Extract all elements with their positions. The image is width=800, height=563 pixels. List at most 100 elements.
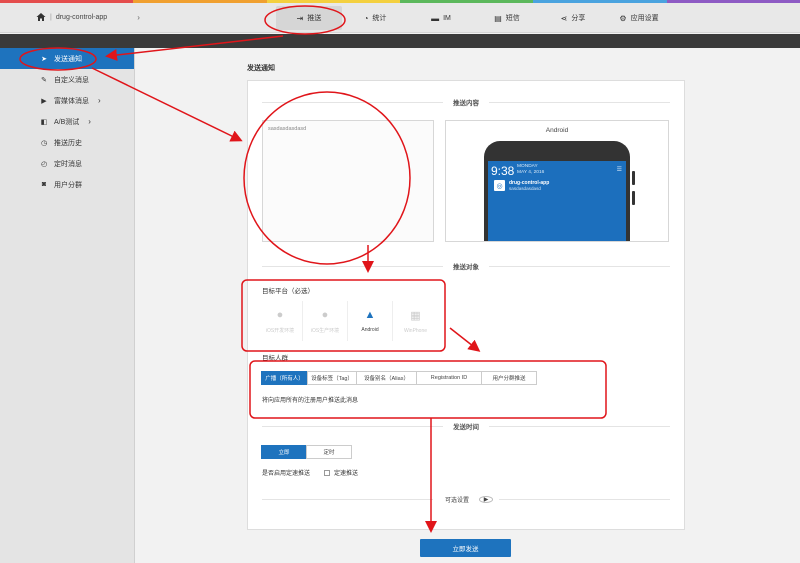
app-logo-icon: ◎	[494, 180, 505, 191]
message-text: sasdasdasdasd	[268, 126, 307, 132]
tab-alias[interactable]: 设备别名（Alias）	[356, 371, 417, 385]
preview-day: MONDAY	[517, 164, 538, 169]
tab-label: 设备标签（Tag）	[311, 376, 353, 382]
phone-side-button	[632, 191, 635, 205]
time-option-label: 定时	[323, 450, 335, 456]
content-section-title: 推送内容	[453, 100, 479, 107]
stats-icon: ◔	[363, 13, 369, 23]
sidebar-item-rich-media[interactable]: ▶ 富媒体消息 ›	[0, 90, 134, 111]
tab-broadcast[interactable]: 广播（所有人）	[261, 371, 308, 385]
audience-tabs: 广播（所有人） 设备标签（Tag） 设备别名（Alias） Registrati…	[261, 371, 537, 385]
nav-sms[interactable]: ▤ 短信	[474, 6, 540, 30]
sidebar-item-scheduled[interactable]: ◴ 定时消息	[0, 153, 134, 174]
chevron-right-icon: ›	[98, 96, 101, 105]
platform-ios-dev[interactable]: ● iOS开发环境	[258, 301, 303, 341]
nav-sms-label: 短信	[505, 15, 520, 22]
checkbox-box[interactable]	[324, 469, 331, 476]
platform-android[interactable]: ▲ Android	[348, 301, 393, 341]
chevron-right-icon: ›	[88, 117, 91, 126]
preview-date: MAY 4, 2016	[517, 170, 545, 175]
apple-icon: ●	[321, 308, 329, 321]
sidebar-item-label: 用户分群	[54, 181, 82, 189]
nav-im[interactable]: ▬ IM	[408, 6, 474, 30]
chevron-right-icon[interactable]: ›	[137, 13, 140, 22]
sidebar-item-custom-message[interactable]: ✎ 自定义消息	[0, 69, 134, 90]
audience-label: 目标人群	[262, 355, 288, 362]
app-name: drug-control-app	[55, 13, 108, 21]
time-option-label: 立即	[278, 450, 290, 456]
sidebar-item-label: 发送通知	[54, 55, 82, 63]
apple-icon: ●	[276, 308, 284, 321]
nav-stats-label: 统计	[372, 15, 387, 22]
nav-settings[interactable]: ⚙ 应用设置	[606, 6, 672, 30]
tab-label: 用户分群推送	[492, 376, 526, 382]
page-title: 发送通知	[247, 65, 275, 72]
notification-body: sasdasdasdasd	[509, 186, 541, 191]
push-icon: ⇥	[296, 13, 304, 23]
notification-form: 推送内容 sasdasdasdasd Android 9:38 MONDAY M…	[247, 80, 685, 530]
tab-tag[interactable]: 设备标签（Tag）	[307, 371, 357, 385]
content-section-header: 推送内容	[262, 97, 670, 107]
preview-label: Android	[545, 127, 569, 134]
preview-notification: ◎ drug-control-app sasdasdasdasd	[492, 179, 622, 195]
rate-limit-checkbox[interactable]: 定速推送	[324, 468, 358, 477]
platform-label-text: WinPhone	[403, 327, 428, 334]
phone-frame: 9:38 MONDAY MAY 4, 2016 ☰ ◎ drug-control…	[484, 141, 630, 241]
preview-time: 9:38	[491, 164, 515, 178]
time-scheduled-button[interactable]: 定时	[306, 445, 352, 459]
gear-icon: ⚙	[619, 13, 627, 23]
tab-label: Registration ID	[430, 375, 468, 381]
sidebar-item-ab-test[interactable]: ◧ A/B测试 ›	[0, 111, 134, 132]
time-now-button[interactable]: 立即	[261, 445, 307, 459]
expand-icon[interactable]: ▶	[479, 496, 494, 503]
tab-registration-id[interactable]: Registration ID	[416, 371, 482, 385]
send-time-options: 立即 定时	[261, 445, 352, 459]
sidebar-item-user-segments[interactable]: ◙ 用户分群	[0, 174, 134, 195]
nav-push-label: 推送	[307, 15, 322, 22]
platform-winphone[interactable]: ▦ WinPhone	[393, 301, 438, 341]
checkbox-label: 定速推送	[334, 471, 359, 477]
rate-limit-label: 是否启用定速推送	[262, 471, 311, 477]
nav-push[interactable]: ⇥ 推送	[276, 6, 342, 30]
nav-share[interactable]: ⋖ 分享	[540, 6, 606, 30]
target-section-header: 推送对象	[262, 261, 670, 271]
optional-settings-toggle[interactable]: 可选设置 ▶	[262, 495, 670, 504]
optional-settings-label[interactable]: 可选设置 ▶	[433, 495, 499, 504]
home-icon[interactable]	[36, 12, 46, 22]
platform-label-text: iOS生产环境	[310, 327, 340, 334]
windows-icon: ▦	[410, 309, 421, 322]
ab-icon: ◧	[40, 118, 48, 126]
nav-settings-label: 应用设置	[630, 15, 659, 22]
target-section-title: 推送对象	[453, 264, 479, 271]
sliders-icon: ☰	[616, 167, 622, 173]
time-section-title: 发送时间	[453, 424, 479, 431]
platform-ios-prod[interactable]: ● iOS生产环境	[303, 301, 348, 341]
clock-icon: ◴	[40, 160, 48, 168]
sms-icon: ▤	[494, 13, 502, 23]
audience-description: 将向应用所有的注册用户推送此消息	[262, 398, 359, 404]
users-icon: ◙	[41, 181, 47, 188]
platform-selector: ● iOS开发环境 ● iOS生产环境 ▲ Android ▦ WinPhone	[258, 301, 438, 341]
tab-user-segment[interactable]: 用户分群推送	[481, 371, 537, 385]
message-textarea[interactable]: sasdasdasdasd	[262, 120, 434, 242]
rate-limit-row: 是否启用定速推送 定速推送	[262, 468, 358, 477]
tab-label: 设备别名（Alias）	[364, 376, 409, 382]
send-now-label: 立即发送	[452, 546, 479, 553]
edit-icon: ✎	[41, 76, 47, 84]
sidebar: ➤ 发送通知 ✎ 自定义消息 ▶ 富媒体消息 › ◧ A/B测试 › ◷ 推送历史 ◴ 定时消息…	[0, 48, 135, 563]
main-nav: ⇥ 推送 ◔ 统计 ▬ IM ▤ 短信 ⋖ 分享 ⚙ 应用设置	[276, 6, 672, 30]
android-icon: ▲	[364, 309, 376, 321]
history-icon: ◷	[40, 139, 48, 147]
time-section-header: 发送时间	[262, 421, 670, 431]
sidebar-item-push-history[interactable]: ◷ 推送历史	[0, 132, 134, 153]
send-icon: ➤	[41, 55, 47, 63]
sidebar-item-label: 自定义消息	[54, 76, 89, 84]
sidebar-item-label: 推送历史	[54, 139, 82, 147]
sidebar-item-label: 定时消息	[54, 160, 82, 168]
nav-stats[interactable]: ◔ 统计	[342, 6, 408, 30]
send-now-button[interactable]: 立即发送	[420, 539, 511, 557]
im-icon: ▬	[431, 13, 440, 23]
top-bar: | drug-control-app › ⇥ 推送 ◔ 统计 ▬ IM ▤ 短信 ⋖ 分享…	[0, 3, 800, 33]
app-selector[interactable]: | drug-control-app ›	[36, 12, 140, 22]
sidebar-item-send-notification[interactable]: ➤ 发送通知	[0, 48, 134, 69]
